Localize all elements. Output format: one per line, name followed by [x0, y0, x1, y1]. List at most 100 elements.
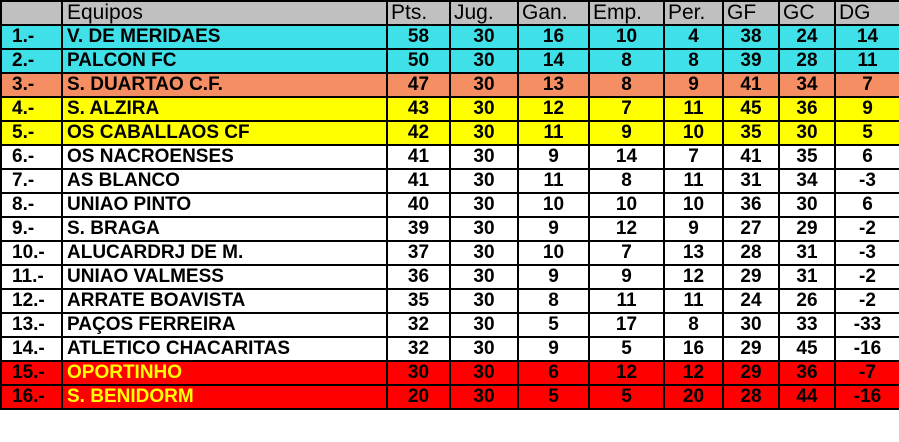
- cell-goals-against: 36: [778, 96, 836, 122]
- cell-goals-for: 29: [722, 336, 780, 362]
- cell-played: 30: [449, 192, 519, 218]
- cell-played: 30: [449, 72, 519, 98]
- cell-won: 9: [517, 144, 590, 170]
- cell-position: 11.-: [0, 264, 63, 290]
- cell-team: PAÇOS FERREIRA: [61, 312, 388, 338]
- cell-goals-for: 38: [722, 24, 780, 50]
- table-row: 8.- UNIAO PINTO 40 30 10 10 10 36 30 6: [0, 192, 899, 218]
- table-row: 6.- OS NACROENSES 41 30 9 14 7 41 35 6: [0, 144, 899, 170]
- cell-lost: 13: [663, 240, 724, 266]
- cell-played: 30: [449, 48, 519, 74]
- cell-position: 15.-: [0, 360, 63, 386]
- cell-won: 9: [517, 336, 590, 362]
- cell-goals-against: 24: [778, 24, 836, 50]
- cell-points: 41: [386, 144, 451, 170]
- cell-drawn: 8: [588, 168, 665, 194]
- cell-goal-difference: 9: [834, 96, 899, 122]
- cell-lost: 12: [663, 360, 724, 386]
- cell-team: OS NACROENSES: [61, 144, 388, 170]
- cell-team: V. DE MERIDAES: [61, 24, 388, 50]
- cell-points: 20: [386, 384, 451, 410]
- header-points: Pts.: [386, 0, 451, 26]
- cell-won: 14: [517, 48, 590, 74]
- header-goal-difference: DG: [834, 0, 899, 26]
- cell-team: AS BLANCO: [61, 168, 388, 194]
- cell-drawn: 12: [588, 360, 665, 386]
- cell-position: 9.-: [0, 216, 63, 242]
- cell-goal-difference: 5: [834, 120, 899, 146]
- cell-lost: 11: [663, 96, 724, 122]
- cell-points: 58: [386, 24, 451, 50]
- cell-goal-difference: -16: [834, 384, 899, 410]
- cell-drawn: 5: [588, 336, 665, 362]
- cell-lost: 8: [663, 48, 724, 74]
- table-row: 14.- ATLETICO CHACARITAS 32 30 9 5 16 29 45 -16: [0, 336, 899, 362]
- cell-played: 30: [449, 24, 519, 50]
- header-played: Jug.: [449, 0, 519, 26]
- table-row: 4.- S. ALZIRA 43 30 12 7 11 45 36 9: [0, 96, 899, 122]
- cell-goals-against: 36: [778, 360, 836, 386]
- cell-won: 8: [517, 288, 590, 314]
- cell-position: 7.-: [0, 168, 63, 194]
- cell-goals-for: 36: [722, 192, 780, 218]
- cell-won: 5: [517, 312, 590, 338]
- cell-goal-difference: -2: [834, 288, 899, 314]
- cell-goal-difference: 11: [834, 48, 899, 74]
- cell-lost: 10: [663, 192, 724, 218]
- header-goals-for: GF: [722, 0, 780, 26]
- cell-goal-difference: -3: [834, 168, 899, 194]
- cell-points: 47: [386, 72, 451, 98]
- standings-body: 1.- V. DE MERIDAES 58 30 16 10 4 38 24 14 2.- PALCO…: [0, 24, 899, 410]
- cell-goals-for: 24: [722, 288, 780, 314]
- table-row: 13.- PAÇOS FERREIRA 32 30 5 17 8 30 33 -33: [0, 312, 899, 338]
- cell-goals-against: 45: [778, 336, 836, 362]
- cell-lost: 7: [663, 144, 724, 170]
- cell-goals-against: 31: [778, 264, 836, 290]
- cell-goals-for: 27: [722, 216, 780, 242]
- cell-won: 13: [517, 72, 590, 98]
- header-goals-against: GC: [778, 0, 836, 26]
- cell-goal-difference: -2: [834, 264, 899, 290]
- cell-goals-for: 29: [722, 360, 780, 386]
- cell-position: 8.-: [0, 192, 63, 218]
- cell-won: 10: [517, 192, 590, 218]
- cell-drawn: 10: [588, 24, 665, 50]
- cell-drawn: 8: [588, 72, 665, 98]
- cell-goals-for: 30: [722, 312, 780, 338]
- cell-team: ARRATE BOAVISTA: [61, 288, 388, 314]
- cell-team: S. BENIDORM: [61, 384, 388, 410]
- cell-goal-difference: 7: [834, 72, 899, 98]
- cell-goals-against: 28: [778, 48, 836, 74]
- cell-team: S. ALZIRA: [61, 96, 388, 122]
- cell-lost: 9: [663, 216, 724, 242]
- cell-played: 30: [449, 384, 519, 410]
- cell-drawn: 9: [588, 120, 665, 146]
- header-drawn: Emp.: [588, 0, 665, 26]
- cell-lost: 11: [663, 168, 724, 194]
- cell-played: 30: [449, 240, 519, 266]
- cell-drawn: 7: [588, 96, 665, 122]
- cell-goal-difference: -7: [834, 360, 899, 386]
- cell-team: OS CABALLAOS CF: [61, 120, 388, 146]
- cell-goals-for: 35: [722, 120, 780, 146]
- cell-points: 35: [386, 288, 451, 314]
- cell-points: 32: [386, 336, 451, 362]
- cell-points: 39: [386, 216, 451, 242]
- cell-played: 30: [449, 288, 519, 314]
- cell-goals-against: 29: [778, 216, 836, 242]
- cell-won: 16: [517, 24, 590, 50]
- cell-points: 40: [386, 192, 451, 218]
- table-row: 10.- ALUCARDRJ DE M. 37 30 10 7 13 28 31 -3: [0, 240, 899, 266]
- cell-goal-difference: -2: [834, 216, 899, 242]
- cell-position: 3.-: [0, 72, 63, 98]
- cell-lost: 4: [663, 24, 724, 50]
- cell-team: UNIAO PINTO: [61, 192, 388, 218]
- cell-goals-against: 34: [778, 168, 836, 194]
- cell-won: 11: [517, 120, 590, 146]
- cell-goal-difference: -16: [834, 336, 899, 362]
- cell-lost: 20: [663, 384, 724, 410]
- header-lost: Per.: [663, 0, 724, 26]
- table-row: 1.- V. DE MERIDAES 58 30 16 10 4 38 24 14: [0, 24, 899, 50]
- cell-played: 30: [449, 216, 519, 242]
- table-row: 9.- S. BRAGA 39 30 9 12 9 27 29 -2: [0, 216, 899, 242]
